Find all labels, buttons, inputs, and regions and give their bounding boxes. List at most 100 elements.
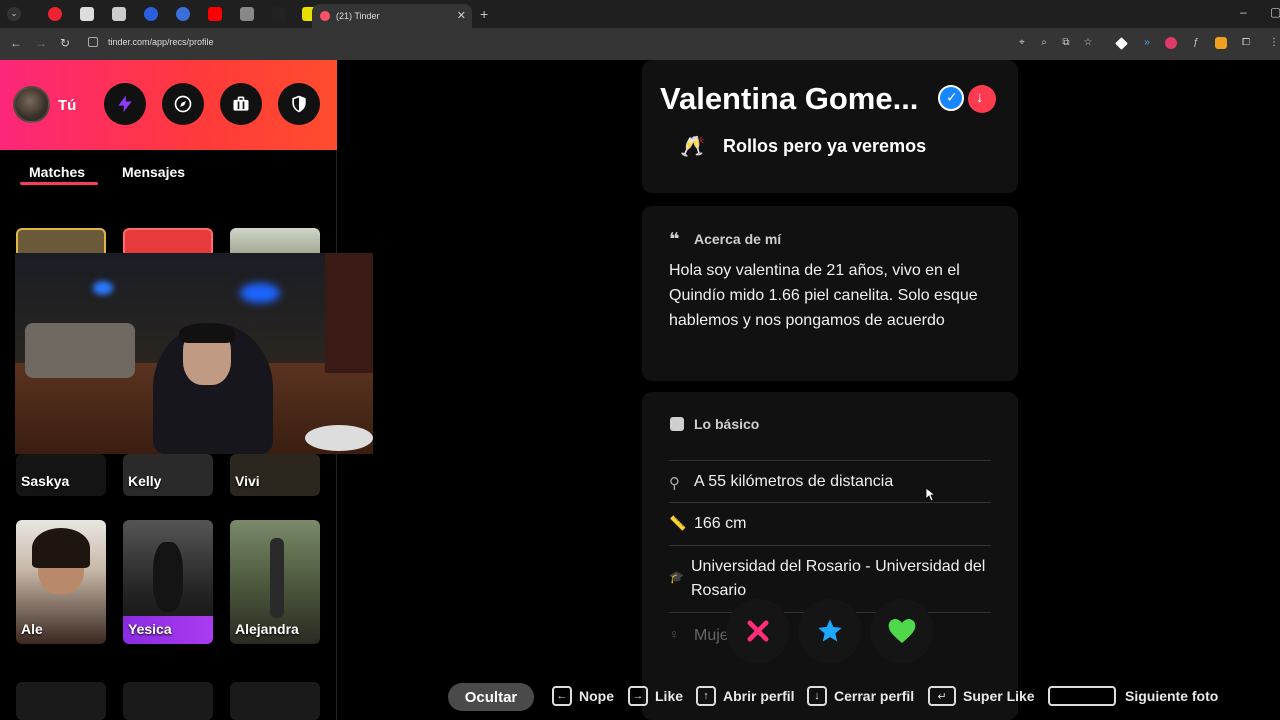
match-photo [153, 542, 183, 612]
super-like-button[interactable] [798, 599, 862, 663]
gender-text: Muje [694, 627, 729, 644]
match-card[interactable]: Ale [16, 520, 106, 644]
heart-icon [888, 619, 916, 643]
safety-button[interactable] [278, 83, 320, 125]
space-key-icon [1048, 686, 1116, 706]
height-text: 166 cm [694, 515, 747, 532]
like-button[interactable] [870, 599, 934, 663]
webcam-lamp [93, 281, 113, 295]
match-name: Ale [21, 621, 43, 637]
tab-tinder[interactable]: (21) Tinder ✕ [312, 4, 472, 28]
distance-row: ⚲ A 55 kilómetros de distancia [669, 460, 991, 502]
url-field[interactable]: tinder.com/app/recs/profile [108, 37, 214, 47]
match-photo [270, 538, 284, 618]
match-card[interactable]: Kelly [123, 454, 213, 496]
tab-favicon[interactable] [80, 7, 94, 21]
explore-button[interactable] [162, 83, 204, 125]
zoom-icon[interactable]: ⌕ [1038, 37, 1050, 49]
install-icon[interactable]: ⧉ [1060, 37, 1072, 49]
tab-favicon[interactable] [240, 7, 254, 21]
bookmark-star-icon[interactable]: ☆ [1082, 37, 1094, 49]
close-profile-shortcut-label: Cerrar perfil [834, 688, 915, 704]
person-icon: ♀ [669, 626, 680, 642]
match-card[interactable]: Vivi [230, 454, 320, 496]
match-name: Alejandra [235, 621, 299, 637]
right-arrow-key-icon: → [628, 686, 648, 706]
extension-icon[interactable]: » [1141, 37, 1153, 49]
profile-name: Valentina Gome... [660, 81, 919, 116]
shortcut-bar: Ocultar ← Nope → Like ↑ Abrir perfil ↓ C… [0, 676, 1280, 720]
location-icon[interactable]: ⌖ [1016, 37, 1028, 49]
distance-text: A 55 kilómetros de distancia [694, 473, 894, 490]
nope-button[interactable] [726, 599, 790, 663]
boost-button[interactable] [104, 83, 146, 125]
tab-favicon[interactable] [272, 7, 286, 21]
mouse-cursor-icon [926, 488, 936, 502]
graduation-cap-icon: 🎓 [669, 570, 684, 584]
enter-key-icon: ↵ [928, 686, 956, 706]
match-card[interactable]: Yesica [123, 520, 213, 644]
extension-icon[interactable] [1165, 37, 1177, 49]
basics-title: Lo básico [694, 416, 760, 432]
tab-list-icon[interactable]: ⌄ [7, 7, 21, 21]
tab-title: (21) Tinder [336, 11, 380, 21]
match-card[interactable]: Saskya [16, 454, 106, 496]
active-tab-indicator [20, 182, 98, 185]
menu-icon[interactable]: ⋮ [1268, 37, 1280, 49]
back-icon[interactable]: ← [10, 36, 22, 50]
maximize-icon[interactable]: ▢ [1270, 5, 1280, 19]
up-arrow-key-icon: ↑ [696, 686, 716, 706]
webcam-person [179, 323, 235, 343]
match-card[interactable]: Alejandra [230, 520, 320, 644]
height-row: 📏 166 cm [669, 502, 991, 545]
extension-icon[interactable] [1115, 37, 1128, 50]
verified-badge-icon[interactable]: ✓ [938, 85, 964, 111]
reload-icon[interactable]: ↻ [60, 36, 70, 50]
close-tab-icon[interactable]: ✕ [457, 9, 466, 22]
extensions-puzzle-icon[interactable]: ⧠ [1240, 37, 1252, 49]
left-arrow-key-icon: ← [552, 686, 572, 706]
briefcase-icon [233, 96, 249, 111]
tab-favicon[interactable] [144, 7, 158, 21]
forward-icon[interactable]: → [35, 36, 47, 50]
about-text: Hola soy valentina de 21 años, vivo en e… [669, 262, 978, 329]
tab-favicon[interactable] [208, 7, 222, 21]
new-tab-icon[interactable]: + [480, 6, 488, 22]
tab-messages[interactable]: Mensajes [122, 164, 185, 180]
basics-card: Lo básico ⚲ A 55 kilómetros de distancia… [642, 392, 1018, 720]
collapse-profile-icon[interactable]: ↓ [968, 85, 996, 113]
open-profile-shortcut-label: Abrir perfil [723, 688, 795, 704]
looking-for-text: Rollos pero ya veremos [723, 136, 927, 156]
like-shortcut-label: Like [655, 688, 684, 704]
nope-shortcut-label: Nope [579, 688, 614, 704]
extension-icon[interactable]: ƒ [1190, 37, 1202, 49]
star-icon [818, 619, 842, 642]
down-arrow-key-icon: ↓ [807, 686, 827, 706]
school-text: Universidad del Rosario - Universidad de… [691, 558, 986, 599]
minimize-icon[interactable]: – [1240, 5, 1247, 19]
browser-tab-bar: ⌄ (21) Tinder ✕ + – ▢ [0, 0, 1280, 28]
profile-header-card: Valentina Gome... ✓ ↓ 🥂 Rollos pero ya v… [642, 60, 1018, 193]
tab-favicon[interactable] [112, 7, 126, 21]
compass-icon [174, 95, 192, 113]
webcam-sofa [25, 323, 135, 378]
tab-favicon[interactable] [176, 7, 190, 21]
basics-icon [670, 417, 684, 431]
webcam-wall [325, 253, 373, 373]
work-button[interactable] [220, 83, 262, 125]
site-info-icon[interactable] [88, 37, 98, 47]
extension-icon[interactable] [1215, 37, 1227, 49]
tab-matches[interactable]: Matches [29, 164, 85, 180]
tinder-favicon-icon [320, 11, 330, 21]
address-bar: ← → ↻ tinder.com/app/recs/profile ⌖ ⌕ ⧉ … [0, 28, 1280, 60]
sidebar-header: Tú [0, 60, 337, 150]
match-name: Kelly [128, 473, 162, 489]
hide-shortcuts-button[interactable]: Ocultar [448, 683, 534, 711]
tab-favicon[interactable] [48, 7, 62, 21]
webcam-overlay [15, 253, 373, 454]
quote-icon: ❝ [669, 229, 680, 249]
avatar[interactable] [13, 86, 50, 123]
lightning-icon [118, 95, 132, 113]
shield-icon [292, 95, 306, 113]
user-label[interactable]: Tú [58, 97, 76, 114]
